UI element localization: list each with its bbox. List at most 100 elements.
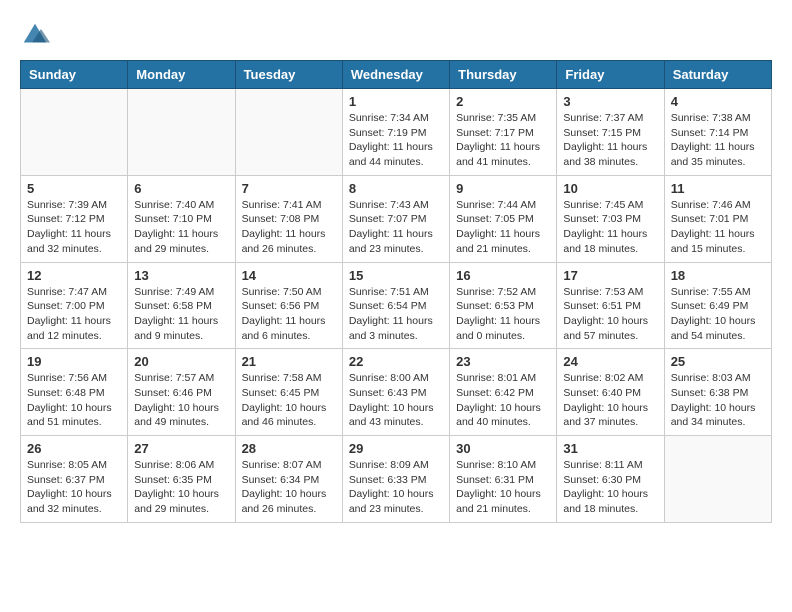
day-number: 3 xyxy=(563,94,657,109)
day-info: Sunrise: 7:43 AM Sunset: 7:07 PM Dayligh… xyxy=(349,198,443,257)
day-number: 31 xyxy=(563,441,657,456)
day-number: 19 xyxy=(27,354,121,369)
day-number: 4 xyxy=(671,94,765,109)
day-info: Sunrise: 8:02 AM Sunset: 6:40 PM Dayligh… xyxy=(563,371,657,430)
day-info: Sunrise: 7:52 AM Sunset: 6:53 PM Dayligh… xyxy=(456,285,550,344)
calendar-cell: 8 Sunrise: 7:43 AM Sunset: 7:07 PM Daylig… xyxy=(342,175,449,262)
calendar-cell: 10Sunrise: 7:45 AM Sunset: 7:03 PM Dayli… xyxy=(557,175,664,262)
calendar-week-row: 12 Sunrise: 7:47 AM Sunset: 7:00 PM Dayli… xyxy=(21,262,772,349)
day-info: Sunrise: 8:07 AM Sunset: 6:34 PM Dayligh… xyxy=(242,458,336,517)
day-info: Sunrise: 7:49 AM Sunset: 6:58 PM Dayligh… xyxy=(134,285,228,344)
day-number: 18 xyxy=(671,268,765,283)
calendar-cell: 25 Sunrise: 8:03 AM Sunset: 6:38 PM Dayli… xyxy=(664,349,771,436)
day-number: 20 xyxy=(134,354,228,369)
day-info: Sunrise: 7:51 AM Sunset: 6:54 PM Dayligh… xyxy=(349,285,443,344)
day-info: Sunrise: 8:05 AM Sunset: 6:37 PM Dayligh… xyxy=(27,458,121,517)
day-info: Sunrise: 8:03 AM Sunset: 6:38 PM Dayligh… xyxy=(671,371,765,430)
calendar-cell: 12 Sunrise: 7:47 AM Sunset: 7:00 PM Dayli… xyxy=(21,262,128,349)
calendar-cell: 13 Sunrise: 7:49 AM Sunset: 6:58 PM Dayli… xyxy=(128,262,235,349)
day-number: 13 xyxy=(134,268,228,283)
day-number: 30 xyxy=(456,441,550,456)
day-header-thursday: Thursday xyxy=(450,61,557,89)
day-number: 21 xyxy=(242,354,336,369)
calendar-cell: 19 Sunrise: 7:56 AM Sunset: 6:48 PM Dayli… xyxy=(21,349,128,436)
logo-icon xyxy=(20,20,50,50)
day-number: 7 xyxy=(242,181,336,196)
day-info: Sunrise: 7:58 AM Sunset: 6:45 PM Dayligh… xyxy=(242,371,336,430)
day-number: 27 xyxy=(134,441,228,456)
day-number: 10 xyxy=(563,181,657,196)
day-info: Sunrise: 7:57 AM Sunset: 6:46 PM Dayligh… xyxy=(134,371,228,430)
day-header-wednesday: Wednesday xyxy=(342,61,449,89)
day-info: Sunrise: 7:34 AM Sunset: 7:19 PM Dayligh… xyxy=(349,111,443,170)
calendar-cell: 17 Sunrise: 7:53 AM Sunset: 6:51 PM Dayli… xyxy=(557,262,664,349)
day-number: 26 xyxy=(27,441,121,456)
day-info: Sunrise: 7:56 AM Sunset: 6:48 PM Dayligh… xyxy=(27,371,121,430)
calendar-cell: 23 Sunrise: 8:01 AM Sunset: 6:42 PM Dayli… xyxy=(450,349,557,436)
day-info: Sunrise: 7:50 AM Sunset: 6:56 PM Dayligh… xyxy=(242,285,336,344)
calendar-cell: 15 Sunrise: 7:51 AM Sunset: 6:54 PM Dayli… xyxy=(342,262,449,349)
calendar-cell: 1 Sunrise: 7:34 AM Sunset: 7:19 PM Daylig… xyxy=(342,89,449,176)
day-info: Sunrise: 7:55 AM Sunset: 6:49 PM Dayligh… xyxy=(671,285,765,344)
day-number: 6 xyxy=(134,181,228,196)
day-number: 16 xyxy=(456,268,550,283)
calendar-cell: 2Sunrise: 7:35 AM Sunset: 7:17 PM Daylig… xyxy=(450,89,557,176)
day-number: 14 xyxy=(242,268,336,283)
day-header-saturday: Saturday xyxy=(664,61,771,89)
calendar-cell xyxy=(21,89,128,176)
day-number: 1 xyxy=(349,94,443,109)
calendar-cell xyxy=(664,436,771,523)
calendar-cell: 4 Sunrise: 7:38 AM Sunset: 7:14 PM Daylig… xyxy=(664,89,771,176)
day-info: Sunrise: 7:35 AM Sunset: 7:17 PM Dayligh… xyxy=(456,111,550,170)
day-number: 29 xyxy=(349,441,443,456)
calendar-cell: 7Sunrise: 7:41 AM Sunset: 7:08 PM Daylig… xyxy=(235,175,342,262)
calendar-week-row: 19 Sunrise: 7:56 AM Sunset: 6:48 PM Dayli… xyxy=(21,349,772,436)
day-info: Sunrise: 8:00 AM Sunset: 6:43 PM Dayligh… xyxy=(349,371,443,430)
day-number: 23 xyxy=(456,354,550,369)
logo xyxy=(20,20,54,50)
day-number: 11 xyxy=(671,181,765,196)
day-info: Sunrise: 8:11 AM Sunset: 6:30 PM Dayligh… xyxy=(563,458,657,517)
day-info: Sunrise: 7:37 AM Sunset: 7:15 PM Dayligh… xyxy=(563,111,657,170)
calendar-cell: 24 Sunrise: 8:02 AM Sunset: 6:40 PM Dayli… xyxy=(557,349,664,436)
page-header xyxy=(20,20,772,50)
calendar-cell: 21 Sunrise: 7:58 AM Sunset: 6:45 PM Dayli… xyxy=(235,349,342,436)
calendar-cell: 30 Sunrise: 8:10 AM Sunset: 6:31 PM Dayli… xyxy=(450,436,557,523)
calendar-cell: 18 Sunrise: 7:55 AM Sunset: 6:49 PM Dayli… xyxy=(664,262,771,349)
day-header-monday: Monday xyxy=(128,61,235,89)
calendar-cell: 26 Sunrise: 8:05 AM Sunset: 6:37 PM Dayli… xyxy=(21,436,128,523)
day-number: 17 xyxy=(563,268,657,283)
day-number: 15 xyxy=(349,268,443,283)
day-number: 12 xyxy=(27,268,121,283)
calendar-cell: 6 Sunrise: 7:40 AM Sunset: 7:10 PM Daylig… xyxy=(128,175,235,262)
day-info: Sunrise: 7:39 AM Sunset: 7:12 PM Dayligh… xyxy=(27,198,121,257)
day-number: 24 xyxy=(563,354,657,369)
day-header-friday: Friday xyxy=(557,61,664,89)
day-info: Sunrise: 7:53 AM Sunset: 6:51 PM Dayligh… xyxy=(563,285,657,344)
day-info: Sunrise: 8:09 AM Sunset: 6:33 PM Dayligh… xyxy=(349,458,443,517)
day-info: Sunrise: 8:10 AM Sunset: 6:31 PM Dayligh… xyxy=(456,458,550,517)
day-info: Sunrise: 7:40 AM Sunset: 7:10 PM Dayligh… xyxy=(134,198,228,257)
day-header-tuesday: Tuesday xyxy=(235,61,342,89)
calendar-table: SundayMondayTuesdayWednesdayThursdayFrid… xyxy=(20,60,772,523)
calendar-cell: 16 Sunrise: 7:52 AM Sunset: 6:53 PM Dayli… xyxy=(450,262,557,349)
day-info: Sunrise: 7:38 AM Sunset: 7:14 PM Dayligh… xyxy=(671,111,765,170)
calendar-cell: 5 Sunrise: 7:39 AM Sunset: 7:12 PM Daylig… xyxy=(21,175,128,262)
calendar-cell xyxy=(128,89,235,176)
calendar-week-row: 5 Sunrise: 7:39 AM Sunset: 7:12 PM Daylig… xyxy=(21,175,772,262)
calendar-week-row: 26 Sunrise: 8:05 AM Sunset: 6:37 PM Dayli… xyxy=(21,436,772,523)
calendar-cell: 22 Sunrise: 8:00 AM Sunset: 6:43 PM Dayli… xyxy=(342,349,449,436)
calendar-cell: 14 Sunrise: 7:50 AM Sunset: 6:56 PM Dayli… xyxy=(235,262,342,349)
day-number: 8 xyxy=(349,181,443,196)
day-info: Sunrise: 7:44 AM Sunset: 7:05 PM Dayligh… xyxy=(456,198,550,257)
day-number: 25 xyxy=(671,354,765,369)
calendar-cell: 27 Sunrise: 8:06 AM Sunset: 6:35 PM Dayli… xyxy=(128,436,235,523)
calendar-cell: 31 Sunrise: 8:11 AM Sunset: 6:30 PM Dayli… xyxy=(557,436,664,523)
day-info: Sunrise: 8:01 AM Sunset: 6:42 PM Dayligh… xyxy=(456,371,550,430)
day-number: 5 xyxy=(27,181,121,196)
calendar-header-row: SundayMondayTuesdayWednesdayThursdayFrid… xyxy=(21,61,772,89)
calendar-cell: 11Sunrise: 7:46 AM Sunset: 7:01 PM Dayli… xyxy=(664,175,771,262)
day-info: Sunrise: 7:47 AM Sunset: 7:00 PM Dayligh… xyxy=(27,285,121,344)
day-info: Sunrise: 8:06 AM Sunset: 6:35 PM Dayligh… xyxy=(134,458,228,517)
day-number: 22 xyxy=(349,354,443,369)
